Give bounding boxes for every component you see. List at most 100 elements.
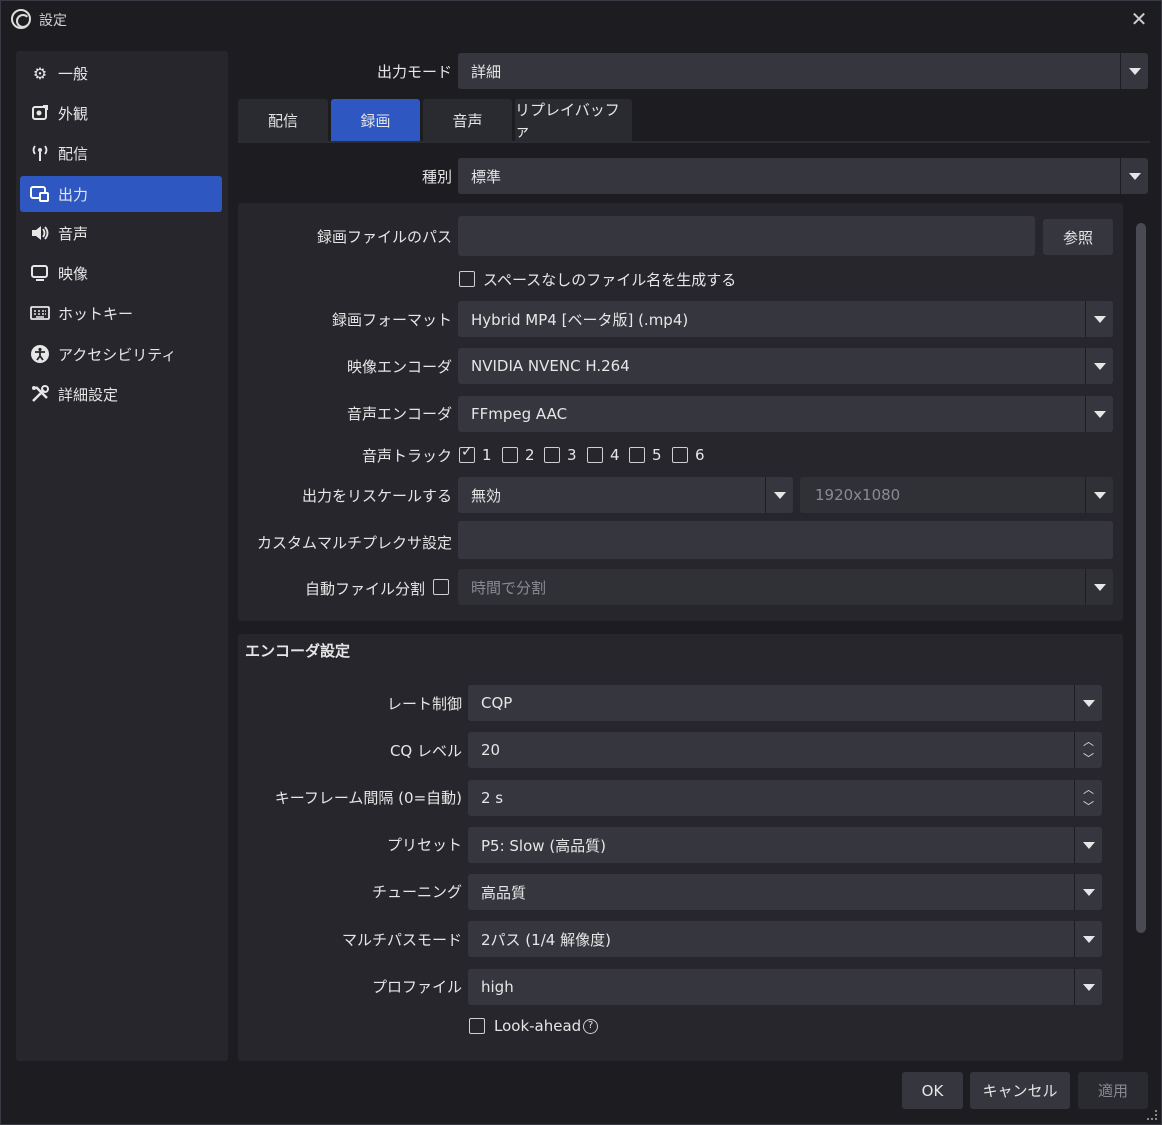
recording-type-select[interactable]: 標準 — [458, 158, 1148, 194]
chevron-down-icon[interactable]: ﹀ — [1083, 798, 1094, 814]
rescale-resolution-select[interactable]: 1920x1080 — [800, 477, 1113, 513]
audio-track-1-label: 1 — [482, 446, 492, 464]
ok-button[interactable]: OK — [902, 1072, 963, 1109]
audio-track-2-checkbox[interactable] — [502, 447, 518, 463]
sidebar-item-advanced[interactable]: 詳細設定 — [20, 376, 222, 412]
recording-type-value: 標準 — [471, 167, 502, 186]
recording-path-field[interactable] — [458, 216, 1035, 256]
audio-track-label: 音声トラック — [361, 447, 452, 465]
auto-split-checkbox[interactable] — [433, 579, 449, 595]
multipass-select[interactable]: 2パス (1/4 解像度) — [468, 921, 1102, 957]
keyframe-interval-value: 2 s — [481, 789, 504, 807]
multipass-value: 2パス (1/4 解像度) — [481, 930, 611, 949]
browse-button[interactable]: 参照 — [1043, 219, 1113, 255]
tab-audio[interactable]: 音声 — [423, 99, 512, 141]
title-bar: 設定 ✕ — [1, 1, 1161, 37]
rescale-value: 無効 — [471, 486, 502, 505]
recording-format-value: Hybrid MP4 [ベータ版] (.mp4) — [471, 310, 689, 329]
video-encoder-value: NVIDIA NVENC H.264 — [471, 357, 630, 375]
chevron-up-icon[interactable]: ︿ — [1083, 733, 1094, 749]
split-mode-select[interactable]: 時間で分割 — [458, 569, 1113, 605]
cancel-button[interactable]: キャンセル — [970, 1072, 1070, 1109]
spin-buttons[interactable]: ︿ ﹀ — [1074, 732, 1102, 768]
output-mode-value: 詳細 — [471, 62, 502, 81]
keyframe-interval-label: キーフレーム間隔 (0=自動) — [274, 789, 462, 807]
sidebar-item-label: 音声 — [58, 224, 89, 243]
chevron-down-icon — [1120, 158, 1148, 194]
lookahead-checkbox[interactable] — [469, 1018, 485, 1034]
nospace-filename-checkbox[interactable] — [459, 271, 475, 287]
gear-icon: ⚙ — [32, 63, 48, 83]
sidebar-item-output[interactable]: 出力 — [20, 176, 222, 212]
rate-control-label: レート制御 — [386, 695, 462, 713]
speaker-icon — [30, 223, 50, 243]
chevron-down-icon — [1074, 969, 1102, 1005]
sidebar-item-video[interactable]: 映像 — [20, 255, 222, 291]
audio-track-2-label: 2 — [525, 446, 535, 464]
rate-control-select[interactable]: CQP — [468, 685, 1102, 721]
audio-track-5-label: 5 — [652, 446, 662, 464]
sidebar-item-label: ホットキー — [58, 304, 134, 323]
sidebar-item-appearance[interactable]: 外観 — [20, 95, 222, 131]
sidebar-item-label: 一般 — [58, 64, 89, 83]
sidebar-item-hotkeys[interactable]: ホットキー — [20, 295, 222, 331]
sidebar-item-label: 出力 — [58, 185, 89, 204]
custom-muxer-label: カスタムマルチプレクサ設定 — [256, 534, 452, 552]
cq-level-value: 20 — [481, 741, 501, 759]
monitor-icon — [30, 263, 50, 283]
chevron-down-icon — [1085, 477, 1113, 513]
sidebar-item-general[interactable]: ⚙ 一般 — [20, 55, 222, 91]
audio-track-3-label: 3 — [567, 446, 577, 464]
video-encoder-label: 映像エンコーダ — [346, 358, 452, 376]
audio-track-6-checkbox[interactable] — [672, 447, 688, 463]
tab-recording[interactable]: 録画 — [331, 99, 420, 141]
apply-button[interactable]: 適用 — [1078, 1072, 1148, 1109]
preset-select[interactable]: P5: Slow (高品質) — [468, 827, 1102, 863]
cq-level-spinbox[interactable]: 20 ︿ ﹀ — [468, 732, 1102, 768]
keyframe-interval-spinbox[interactable]: 2 s ︿ ﹀ — [468, 780, 1102, 816]
rate-control-value: CQP — [481, 694, 513, 712]
audio-encoder-value: FFmpeg AAC — [471, 405, 568, 423]
output-tabs: 配信 録画 音声 リプレイバッファ — [238, 99, 1150, 143]
sidebar-item-accessibility[interactable]: アクセシビリティ — [20, 336, 222, 372]
audio-track-5-checkbox[interactable] — [629, 447, 645, 463]
output-icon — [30, 184, 50, 204]
wrench-icon — [30, 384, 50, 404]
chevron-down-icon — [1074, 827, 1102, 863]
appearance-icon — [30, 103, 50, 123]
output-mode-select[interactable]: 詳細 — [458, 53, 1148, 89]
profile-select[interactable]: high — [468, 969, 1102, 1005]
tuning-select[interactable]: 高品質 — [468, 874, 1102, 910]
tab-replay-buffer[interactable]: リプレイバッファ — [515, 99, 632, 141]
chevron-down-icon[interactable]: ﹀ — [1083, 750, 1094, 766]
profile-label: プロファイル — [371, 978, 462, 996]
keyboard-icon — [30, 303, 50, 323]
custom-muxer-field[interactable] — [458, 521, 1113, 559]
rescale-select[interactable]: 無効 — [458, 477, 793, 513]
scrollbar-thumb[interactable] — [1136, 223, 1146, 933]
recording-format-select[interactable]: Hybrid MP4 [ベータ版] (.mp4) — [458, 301, 1113, 337]
encoder-settings-title: エンコーダ設定 — [245, 642, 351, 660]
chevron-up-icon[interactable]: ︿ — [1083, 781, 1094, 797]
audio-track-4-label: 4 — [610, 446, 620, 464]
close-button[interactable]: ✕ — [1127, 7, 1151, 31]
chevron-down-icon — [1085, 396, 1113, 432]
audio-track-3-checkbox[interactable] — [544, 447, 560, 463]
video-encoder-select[interactable]: NVIDIA NVENC H.264 — [458, 348, 1113, 384]
auto-split-label: 自動ファイル分割 — [304, 580, 425, 598]
chevron-down-icon — [1074, 685, 1102, 721]
sidebar-item-audio[interactable]: 音声 — [20, 215, 222, 251]
preset-label: プリセット — [386, 836, 462, 854]
tab-streaming[interactable]: 配信 — [238, 99, 328, 141]
audio-track-1-checkbox[interactable] — [459, 444, 475, 463]
audio-track-4-checkbox[interactable] — [587, 447, 603, 463]
sidebar-item-stream[interactable]: 配信 — [20, 135, 222, 171]
profile-value: high — [481, 978, 514, 996]
output-mode-label: 出力モード — [376, 63, 452, 81]
resize-grip-icon[interactable] — [1147, 1110, 1157, 1120]
tuning-label: チューニング — [371, 883, 462, 901]
help-icon[interactable]: ? — [583, 1019, 599, 1034]
spin-buttons[interactable]: ︿ ﹀ — [1074, 780, 1102, 816]
preset-value: P5: Slow (高品質) — [481, 836, 607, 855]
audio-encoder-select[interactable]: FFmpeg AAC — [458, 396, 1113, 432]
